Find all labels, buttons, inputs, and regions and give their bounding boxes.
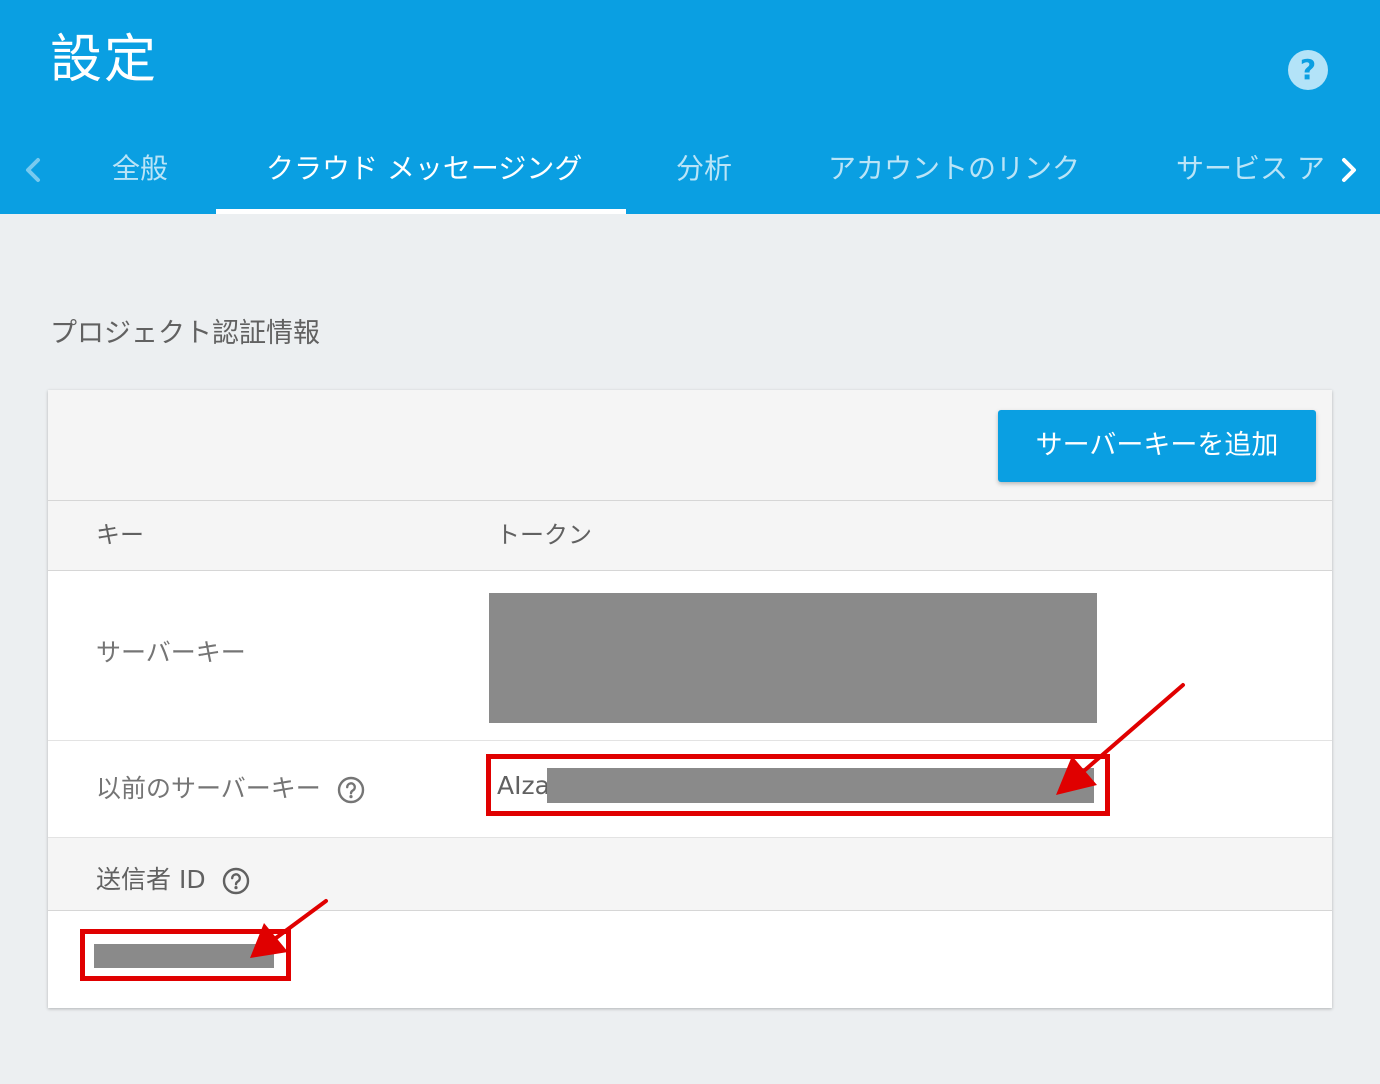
chevron-left-icon[interactable] — [18, 150, 48, 190]
legacy-server-key-label: 以前のサーバーキー — [96, 774, 321, 803]
redacted-server-key-token — [489, 593, 1097, 723]
tab-service-accounts[interactable]: サービス ア — [1176, 146, 1325, 192]
table-row-sender-id: 送信者 ID — [48, 838, 1332, 911]
table-row-sender-id-value — [48, 911, 1332, 1008]
active-tab-indicator — [216, 209, 626, 214]
tab-analytics[interactable]: 分析 — [676, 146, 732, 192]
sender-id-label: 送信者 ID — [96, 865, 206, 894]
add-server-key-button[interactable]: サーバーキーを追加 — [998, 410, 1316, 482]
credentials-card: サーバーキーを追加 キー トークン サーバーキー 以前のサーバーキー AIza … — [48, 390, 1332, 1008]
page-title: 設定 — [50, 30, 159, 90]
table-row-legacy-server-key: 以前のサーバーキー AIza — [48, 741, 1332, 838]
sender-id-label-wrap: 送信者 ID — [96, 860, 250, 896]
help-circle-icon[interactable]: ? — [1288, 50, 1328, 90]
column-header-key: キー — [96, 521, 144, 549]
server-key-label: サーバーキー — [96, 638, 246, 667]
table-header: キー トークン — [48, 501, 1332, 571]
tab-cloud-messaging[interactable]: クラウド メッセージング — [266, 146, 582, 192]
table-row-server-key: サーバーキー — [48, 571, 1332, 741]
annotation-highlight-box — [486, 754, 1110, 816]
question-circle-icon[interactable] — [222, 867, 250, 895]
chevron-right-icon[interactable] — [1334, 150, 1364, 190]
section-heading: プロジェクト認証情報 — [50, 318, 320, 349]
app-header: 設定 ? 全般 クラウド メッセージング 分析 アカウントのリンク サービス ア — [0, 0, 1380, 214]
card-toolbar: サーバーキーを追加 — [48, 390, 1332, 501]
tab-account-linking[interactable]: アカウントのリンク — [828, 146, 1080, 192]
tab-general[interactable]: 全般 — [112, 146, 168, 192]
column-header-token: トークン — [496, 521, 592, 549]
annotation-highlight-box — [80, 929, 291, 981]
legacy-server-key-label-wrap: 以前のサーバーキー — [96, 769, 365, 805]
question-circle-icon[interactable] — [337, 776, 365, 804]
